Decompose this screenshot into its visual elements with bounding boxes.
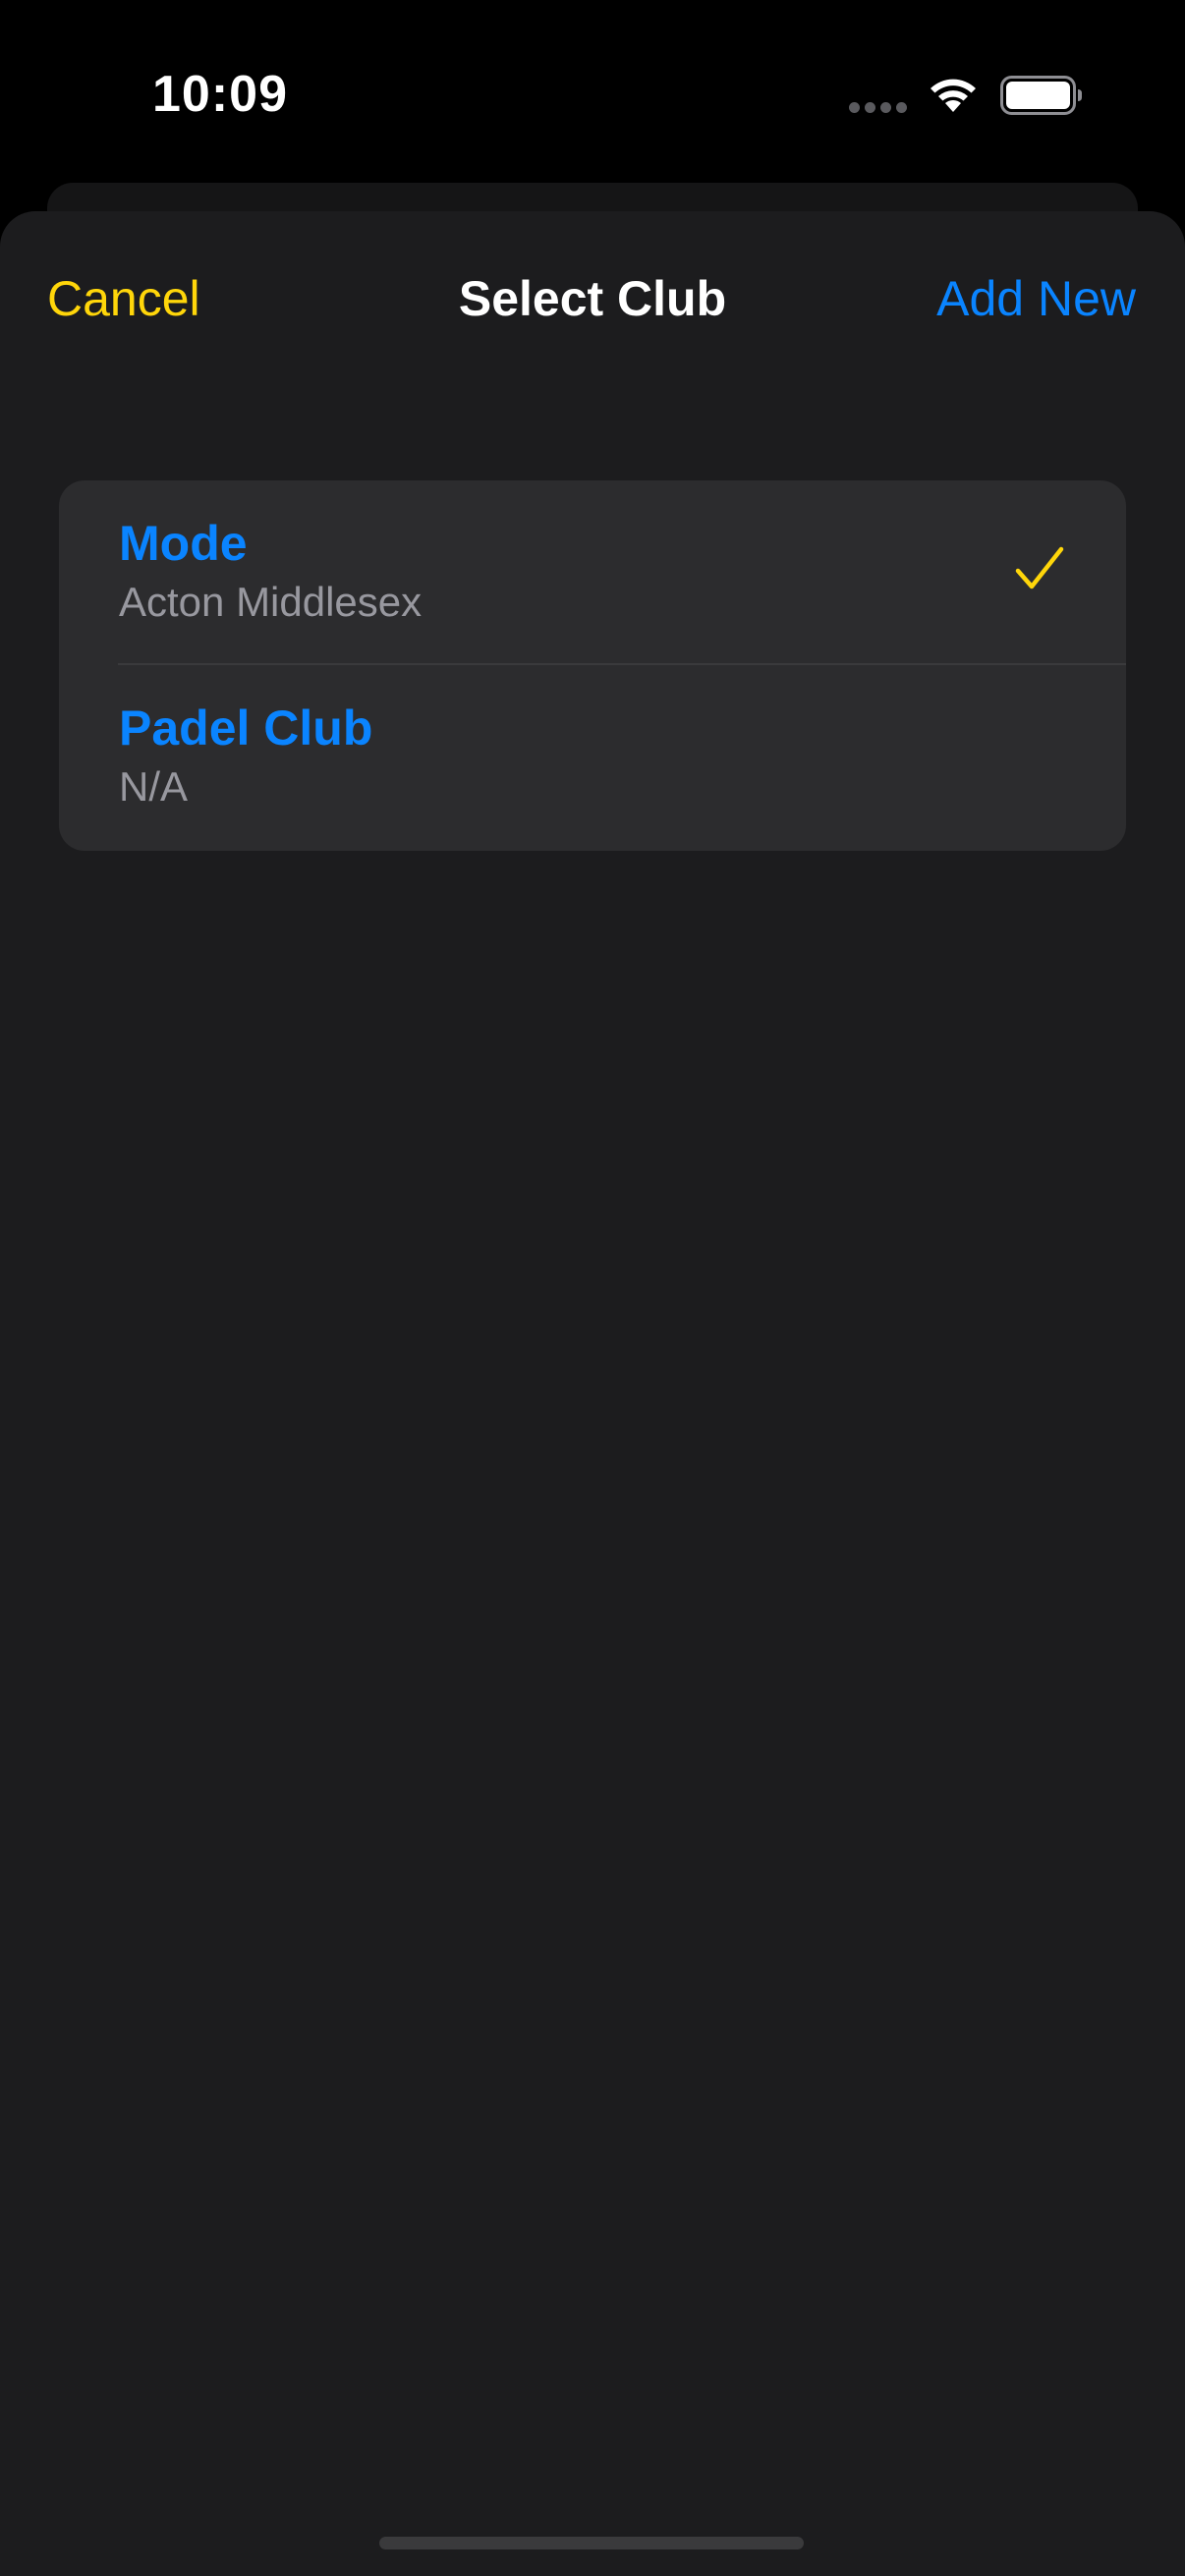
- wifi-icon: [931, 79, 976, 112]
- cellular-signal-icon: [849, 102, 908, 116]
- club-location: Acton Middlesex: [119, 579, 423, 625]
- club-name: Padel Club: [119, 700, 373, 756]
- club-row-mode[interactable]: Mode Acton Middlesex: [59, 480, 1126, 665]
- screen: 10:09 Cancel Select Club Add New Mode Ac…: [0, 0, 1185, 2576]
- add-new-button[interactable]: Add New: [936, 270, 1136, 327]
- cancel-button[interactable]: Cancel: [47, 270, 200, 327]
- club-row-padel-club[interactable]: Padel Club N/A: [59, 665, 1126, 849]
- home-indicator[interactable]: [379, 2537, 804, 2549]
- club-list: Mode Acton Middlesex Padel Club N/A: [59, 480, 1126, 851]
- battery-icon: [1000, 76, 1082, 115]
- checkmark-icon: [1015, 546, 1064, 589]
- club-name: Mode: [119, 516, 248, 571]
- club-location: N/A: [119, 763, 189, 810]
- select-club-sheet: Cancel Select Club Add New Mode Acton Mi…: [0, 211, 1185, 2576]
- status-time: 10:09: [152, 66, 288, 123]
- status-bar: 10:09: [0, 0, 1185, 187]
